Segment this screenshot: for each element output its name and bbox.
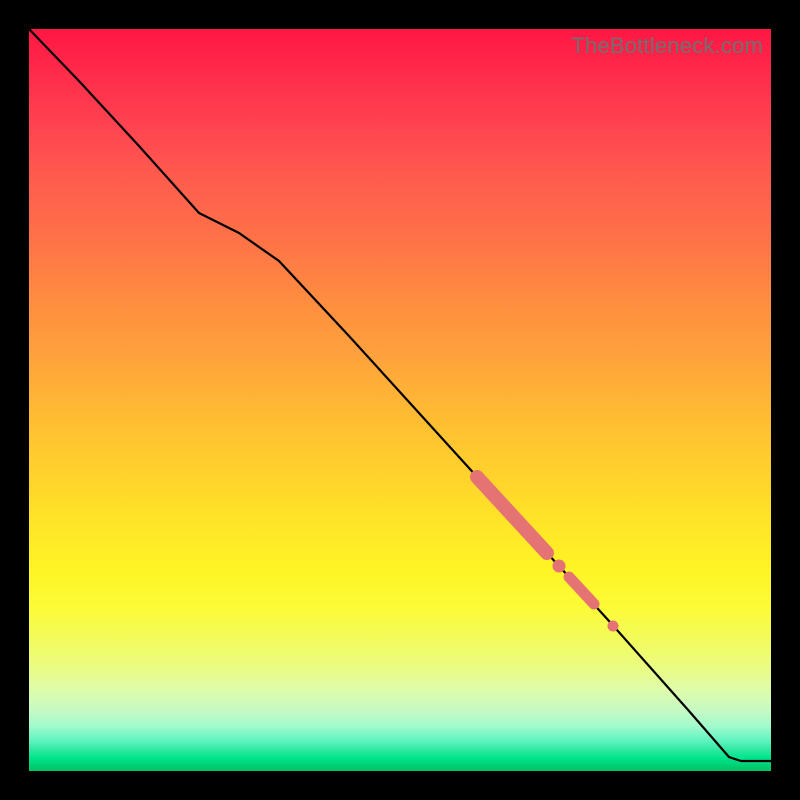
curve-line xyxy=(29,29,771,761)
chart-frame: TheBottleneck.com xyxy=(0,0,800,800)
marker-segment xyxy=(569,577,594,604)
marker-dot xyxy=(608,621,619,632)
marker-dot xyxy=(553,560,566,573)
marker-segment xyxy=(477,477,547,553)
chart-overlay xyxy=(29,29,771,771)
plot-area: TheBottleneck.com xyxy=(29,29,771,771)
markers-group xyxy=(477,477,619,632)
